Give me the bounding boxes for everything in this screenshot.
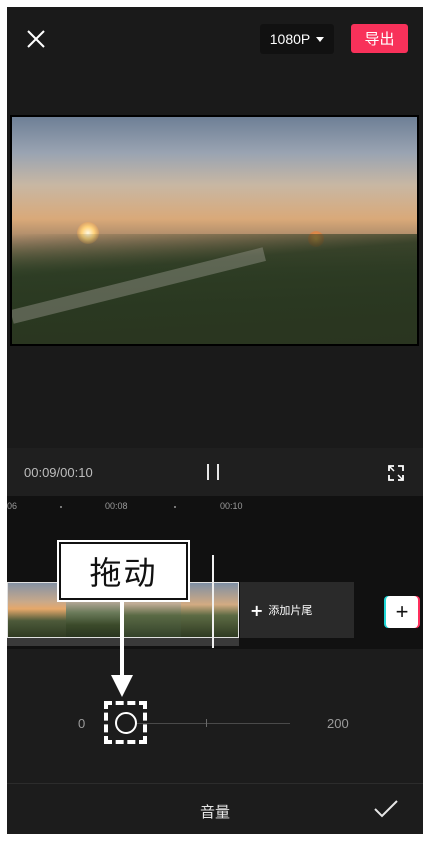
resolution-dropdown[interactable]: 1080P [260,24,334,54]
preview-hills [12,234,417,344]
ruler-dot [60,506,62,508]
highlight-frame [104,701,147,744]
playhead[interactable] [212,555,214,648]
add-ending-button[interactable]: + 添加片尾 [240,582,354,638]
ruler-label: 00:10 [220,501,243,511]
plus-icon: + [250,600,264,620]
pause-button[interactable] [205,464,221,480]
ruler-label: 00:08 [105,501,128,511]
pause-icon [207,464,209,480]
editor-screen: 1080P 导出 00:09/00:10 06 00:08 00:10 + 添加… [7,7,423,834]
close-button[interactable] [24,27,48,51]
time-ruler[interactable]: 06 00:08 00:10 [7,496,423,526]
volume-panel: 0 200 [7,649,423,783]
export-button[interactable]: 导出 [351,24,408,53]
caret-down-icon [316,36,325,42]
hint-arrow [120,600,124,680]
video-preview[interactable] [10,115,419,346]
fullscreen-icon [388,465,404,481]
plus-icon: + [395,599,409,624]
panel-title: 音量 [199,803,230,821]
slider-mid-tick [206,719,207,727]
clip-thumbnail [8,583,66,637]
confirm-button[interactable] [373,798,399,820]
hint-arrow-head [111,675,133,697]
add-ending-label: 添加片尾 [268,604,313,617]
ruler-label: 06 [7,501,18,511]
slider-min-label: 0 [78,716,86,731]
close-icon [27,30,45,48]
slider-max-label: 200 [327,716,349,731]
checkmark-icon [374,800,398,818]
fullscreen-button[interactable] [387,464,405,482]
add-clip-button[interactable]: + [386,596,418,628]
bottom-bar: 音量 [7,783,423,834]
time-display: 00:09/00:10 [24,465,93,480]
playback-bar: 00:09/00:10 [7,448,423,496]
drag-hint-callout: 拖动 [59,542,188,600]
volume-slider-track[interactable] [137,723,290,724]
resolution-label: 1080P [269,31,311,47]
ruler-dot [174,506,176,508]
clip-thumbnail [180,583,238,637]
